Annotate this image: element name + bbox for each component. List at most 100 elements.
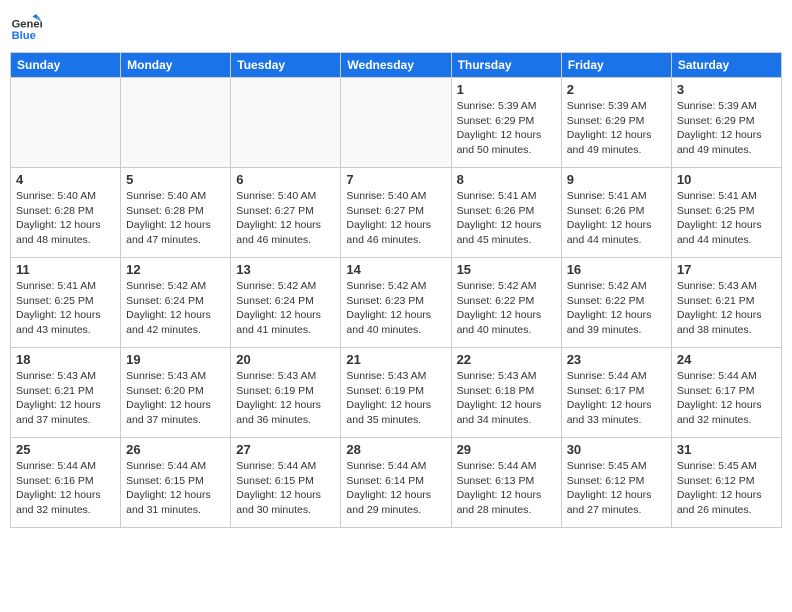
day-cell: 27 Sunrise: 5:44 AM Sunset: 6:15 PM Dayli…	[231, 438, 341, 528]
day-number: 7	[346, 172, 445, 187]
day-cell: 6 Sunrise: 5:40 AM Sunset: 6:27 PM Daylig…	[231, 168, 341, 258]
day-cell: 14Sunrise: 5:42 AM Sunset: 6:23 PM Dayli…	[341, 258, 451, 348]
day-cell: 2 Sunrise: 5:39 AM Sunset: 6:29 PM Daylig…	[561, 78, 671, 168]
day-cell: 30 Sunrise: 5:45 AM Sunset: 6:12 PM Dayli…	[561, 438, 671, 528]
weekday-header-saturday: Saturday	[671, 53, 781, 78]
day-number: 9	[567, 172, 666, 187]
day-number: 8	[457, 172, 556, 187]
day-number: 22	[457, 352, 556, 367]
day-cell: 3 Sunrise: 5:39 AM Sunset: 6:29 PM Daylig…	[671, 78, 781, 168]
day-number: 2	[567, 82, 666, 97]
day-number: 31	[677, 442, 776, 457]
svg-text:Blue: Blue	[12, 30, 36, 42]
day-cell: 4 Sunrise: 5:40 AM Sunset: 6:28 PM Daylig…	[11, 168, 121, 258]
day-info: Sunrise: 5:44 AM Sunset: 6:17 PM Dayligh…	[677, 369, 776, 428]
calendar-header-row: SundayMondayTuesdayWednesdayThursdayFrid…	[11, 53, 782, 78]
day-info: Sunrise: 5:43 AM Sunset: 6:18 PM Dayligh…	[457, 369, 556, 428]
day-number: 15	[457, 262, 556, 277]
day-info: Sunrise: 5:45 AM Sunset: 6:12 PM Dayligh…	[567, 459, 666, 518]
day-number: 16	[567, 262, 666, 277]
day-cell: 25Sunrise: 5:44 AM Sunset: 6:16 PM Dayli…	[11, 438, 121, 528]
day-info: Sunrise: 5:40 AM Sunset: 6:28 PM Dayligh…	[126, 189, 225, 248]
day-info: Sunrise: 5:40 AM Sunset: 6:28 PM Dayligh…	[16, 189, 115, 248]
day-number: 11	[16, 262, 115, 277]
day-cell: 15 Sunrise: 5:42 AM Sunset: 6:22 PM Dayli…	[451, 258, 561, 348]
day-info: Sunrise: 5:43 AM Sunset: 6:19 PM Dayligh…	[346, 369, 445, 428]
calendar-table: SundayMondayTuesdayWednesdayThursdayFrid…	[10, 52, 782, 528]
day-cell: 10 Sunrise: 5:41 AM Sunset: 6:25 PM Dayli…	[671, 168, 781, 258]
day-info: Sunrise: 5:43 AM Sunset: 6:21 PM Dayligh…	[16, 369, 115, 428]
day-number: 24	[677, 352, 776, 367]
day-info: Sunrise: 5:43 AM Sunset: 6:19 PM Dayligh…	[236, 369, 335, 428]
weekday-header-thursday: Thursday	[451, 53, 561, 78]
day-cell: 11 Sunrise: 5:41 AM Sunset: 6:25 PM Dayli…	[11, 258, 121, 348]
day-cell: 31 Sunrise: 5:45 AM Sunset: 6:12 PM Dayli…	[671, 438, 781, 528]
day-cell: 16 Sunrise: 5:42 AM Sunset: 6:22 PM Dayli…	[561, 258, 671, 348]
day-cell: 22 Sunrise: 5:43 AM Sunset: 6:18 PM Dayli…	[451, 348, 561, 438]
day-info: Sunrise: 5:42 AM Sunset: 6:24 PM Dayligh…	[236, 279, 335, 338]
day-cell	[341, 78, 451, 168]
day-number: 13	[236, 262, 335, 277]
day-number: 17	[677, 262, 776, 277]
day-number: 5	[126, 172, 225, 187]
day-cell	[121, 78, 231, 168]
day-cell: 12 Sunrise: 5:42 AM Sunset: 6:24 PM Dayli…	[121, 258, 231, 348]
day-info: Sunrise: 5:42 AM Sunset: 6:22 PM Dayligh…	[567, 279, 666, 338]
day-number: 21	[346, 352, 445, 367]
weekday-header-monday: Monday	[121, 53, 231, 78]
day-cell: 17 Sunrise: 5:43 AM Sunset: 6:21 PM Dayli…	[671, 258, 781, 348]
day-info: Sunrise: 5:41 AM Sunset: 6:26 PM Dayligh…	[457, 189, 556, 248]
day-number: 28	[346, 442, 445, 457]
day-info: Sunrise: 5:44 AM Sunset: 6:17 PM Dayligh…	[567, 369, 666, 428]
day-cell: 7 Sunrise: 5:40 AM Sunset: 6:27 PM Daylig…	[341, 168, 451, 258]
day-number: 29	[457, 442, 556, 457]
day-number: 30	[567, 442, 666, 457]
day-info: Sunrise: 5:44 AM Sunset: 6:15 PM Dayligh…	[236, 459, 335, 518]
day-info: Sunrise: 5:43 AM Sunset: 6:20 PM Dayligh…	[126, 369, 225, 428]
day-info: Sunrise: 5:39 AM Sunset: 6:29 PM Dayligh…	[567, 99, 666, 158]
logo: General Blue	[10, 10, 46, 42]
svg-text:General: General	[12, 19, 42, 31]
day-info: Sunrise: 5:44 AM Sunset: 6:15 PM Dayligh…	[126, 459, 225, 518]
day-info: Sunrise: 5:44 AM Sunset: 6:16 PM Dayligh…	[16, 459, 115, 518]
day-cell: 29 Sunrise: 5:44 AM Sunset: 6:13 PM Dayli…	[451, 438, 561, 528]
day-number: 18	[16, 352, 115, 367]
week-row-3: 11 Sunrise: 5:41 AM Sunset: 6:25 PM Dayli…	[11, 258, 782, 348]
day-info: Sunrise: 5:44 AM Sunset: 6:14 PM Dayligh…	[346, 459, 445, 518]
day-cell	[231, 78, 341, 168]
day-info: Sunrise: 5:42 AM Sunset: 6:22 PM Dayligh…	[457, 279, 556, 338]
day-info: Sunrise: 5:40 AM Sunset: 6:27 PM Dayligh…	[346, 189, 445, 248]
day-info: Sunrise: 5:39 AM Sunset: 6:29 PM Dayligh…	[677, 99, 776, 158]
day-cell: 24 Sunrise: 5:44 AM Sunset: 6:17 PM Dayli…	[671, 348, 781, 438]
day-info: Sunrise: 5:40 AM Sunset: 6:27 PM Dayligh…	[236, 189, 335, 248]
day-cell: 13 Sunrise: 5:42 AM Sunset: 6:24 PM Dayli…	[231, 258, 341, 348]
day-info: Sunrise: 5:43 AM Sunset: 6:21 PM Dayligh…	[677, 279, 776, 338]
day-cell: 5 Sunrise: 5:40 AM Sunset: 6:28 PM Daylig…	[121, 168, 231, 258]
day-number: 20	[236, 352, 335, 367]
day-info: Sunrise: 5:41 AM Sunset: 6:25 PM Dayligh…	[677, 189, 776, 248]
day-number: 26	[126, 442, 225, 457]
day-number: 27	[236, 442, 335, 457]
day-number: 12	[126, 262, 225, 277]
day-number: 14	[346, 262, 445, 277]
day-info: Sunrise: 5:44 AM Sunset: 6:13 PM Dayligh…	[457, 459, 556, 518]
day-info: Sunrise: 5:41 AM Sunset: 6:26 PM Dayligh…	[567, 189, 666, 248]
day-number: 4	[16, 172, 115, 187]
day-info: Sunrise: 5:41 AM Sunset: 6:25 PM Dayligh…	[16, 279, 115, 338]
day-cell: 8 Sunrise: 5:41 AM Sunset: 6:26 PM Daylig…	[451, 168, 561, 258]
week-row-4: 18 Sunrise: 5:43 AM Sunset: 6:21 PM Dayli…	[11, 348, 782, 438]
day-info: Sunrise: 5:45 AM Sunset: 6:12 PM Dayligh…	[677, 459, 776, 518]
day-info: Sunrise: 5:42 AM Sunset: 6:24 PM Dayligh…	[126, 279, 225, 338]
weekday-header-sunday: Sunday	[11, 53, 121, 78]
weekday-header-tuesday: Tuesday	[231, 53, 341, 78]
day-cell: 1Sunrise: 5:39 AM Sunset: 6:29 PM Daylig…	[451, 78, 561, 168]
day-number: 23	[567, 352, 666, 367]
page-header: General Blue	[10, 10, 782, 42]
day-number: 3	[677, 82, 776, 97]
day-number: 19	[126, 352, 225, 367]
day-cell: 28 Sunrise: 5:44 AM Sunset: 6:14 PM Dayli…	[341, 438, 451, 528]
day-cell: 9 Sunrise: 5:41 AM Sunset: 6:26 PM Daylig…	[561, 168, 671, 258]
day-number: 10	[677, 172, 776, 187]
week-row-2: 4 Sunrise: 5:40 AM Sunset: 6:28 PM Daylig…	[11, 168, 782, 258]
day-number: 6	[236, 172, 335, 187]
